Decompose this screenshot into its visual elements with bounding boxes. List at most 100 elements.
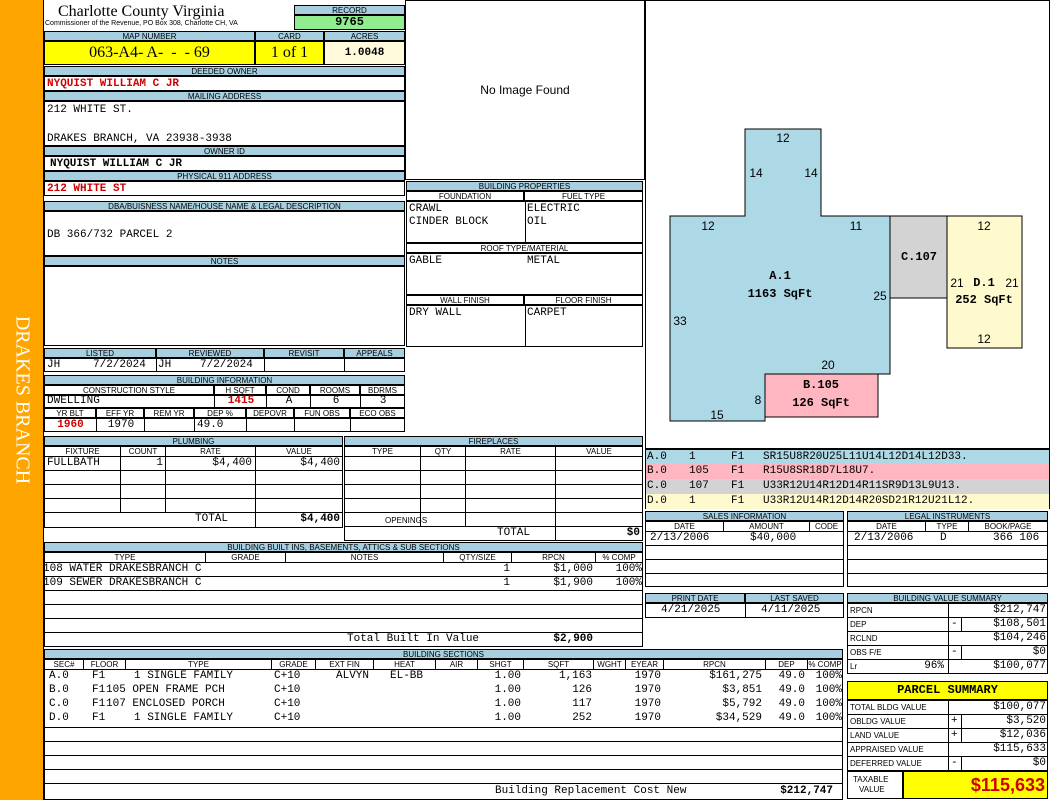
dim-9: 8 [755,393,762,407]
shgt-cell: 1.00 [494,712,521,724]
dba-header: DBA/BUISNESS NAME/HOUSE NAME & LEGAL DES… [44,201,405,211]
plumbing-col-count: COUNT [128,447,158,456]
comp-cell: 100% [815,698,842,710]
mailing-line2: DRAKES BRANCH, VA 23938-3938 [47,133,232,145]
dba-box: DB 366/732 PARCEL 2 [44,211,405,256]
rpcn-cell: $161,275 [709,670,762,682]
ps-appraised-label: APPRAISED VALUE [850,745,924,754]
sections-col-wght: WGHT [597,660,622,669]
mailing-line1: 212 WHITE ST. [47,104,133,116]
sections-col-grade: GRADE [279,660,308,669]
dim-3: 14 [804,166,818,180]
type-cell: 105 OPEN FRAME PCH [106,684,225,696]
label-c-name: C.107 [901,250,937,264]
segment-code: R15U8SR18D7L18U7. [763,465,876,477]
sections-header: BUILDING SECTIONS [44,649,843,659]
dep-value: 49.0 [197,419,224,431]
legal-col-type: TYPE [936,522,958,531]
fireplaces-header: FIREPLACES [344,436,643,446]
table-row: A.0 F1 1 SINGLE FAMILY C+10 ALVYN EL-BB … [45,670,842,684]
dim-5: 11 [850,219,863,233]
roof-header: ROOF TYPE/MATERIAL [406,243,643,253]
plumbing-rate: $4,400 [212,457,252,469]
segment-code: SR15U8R20U25L11U14L12D14L12D33. [763,451,968,463]
vs-rclnd-label: RCLND [850,634,878,643]
builtins-row1-rpcn: $1,000 [553,563,593,575]
building-info-row2: 1960 1970 49.0 [44,418,405,432]
ps-appraised-value: $115,633 [993,743,1046,755]
dim-4: 12 [701,219,715,233]
dim-14: 12 [977,332,991,346]
sales-amount: $40,000 [750,532,797,544]
notes-header: NOTES [44,256,405,266]
ps-total-bldg-value: $100,077 [993,701,1046,713]
label-a-area: 1163 SqFt [748,287,813,301]
listed-header: LISTED [44,348,156,358]
segment-num: 105 [689,465,709,477]
effyr-header: EFF YR [96,408,144,418]
effyr-value: 1970 [107,419,135,431]
rpcn-cell: $34,529 [715,712,762,724]
foundation-value-1: CRAWL [409,203,443,215]
roof-material-value: METAL [527,255,561,267]
label-d-name: D.1 [973,276,995,290]
sections-total-label: Building Replacement Cost New [495,785,687,797]
segment-num: 1 [689,495,696,507]
wall-finish-value: DRY WALL [409,307,462,319]
cond-value: A [285,395,293,407]
sketch-area: 12 14 14 12 11 33 25 20 8 15 12 21 21 12… [645,0,1050,449]
sqft-cell: 117 [572,698,592,710]
builtins-row2-type: 109 SEWER DRAKESBRANCH C [43,577,202,589]
sections-col-sec: SEC# [53,660,75,669]
builtins-col-grade: GRADE [231,553,260,562]
physical-address-box: 212 WHITE ST [44,181,405,196]
segment-floor: F1 [731,495,745,507]
floor-finish-value: CARPET [527,307,567,319]
vs-rclnd-value: $104,246 [993,632,1046,644]
review-row: JH 7/2/2024 JH 7/2/2024 [44,358,405,372]
fuel-value-2: OIL [527,216,547,228]
dep-cell: 49.0 [778,698,805,710]
builtins-row1-qty: 1 [503,563,510,575]
builtins-total-value: $2,900 [553,633,593,645]
fuel-header: FUEL TYPE [524,191,643,201]
deeded-owner-header: DEEDED OWNER [44,66,405,76]
builtins-row2-comp: 100% [615,577,642,589]
eyear-cell: 1970 [634,670,661,682]
builtins-row2-rpcn: $1,900 [553,577,593,589]
fuel-value-1: ELECTRIC [527,203,580,215]
district-label: DRAKES BRANCH [11,315,34,485]
funobs-header: FUN OBS [294,408,350,418]
grade-cell: C+10 [274,684,301,696]
ps-deferred-sign: - [951,757,958,769]
mailing-box: 212 WHITE ST. DRAKES BRANCH, VA 23938-39… [44,101,405,146]
map-number-value: 063-A4- A- - - 69 [44,41,255,65]
segment-row: D.0 1 F1 U33R12U14R12D14R20SD21R12U21L12… [646,494,1049,509]
dim-10: 15 [710,408,724,422]
fireplace-openings-label: OPENINGS [385,516,428,525]
legal-date: 2/13/2006 [854,532,914,544]
fireplace-col-qty: QTY [434,447,452,456]
vs-obs-label: OBS F/E [850,648,882,657]
ps-land-value: $12,036 [999,729,1046,741]
physical-address-value: 212 WHITE ST [47,183,127,195]
segment-row: C.0 107 F1 U33R12U14R12D14R11SR9D13L9U13… [646,479,1049,494]
eyear-cell: 1970 [634,698,661,710]
vs-rpcn-value: $212,747 [993,604,1046,616]
label-a-name: A.1 [769,269,791,283]
floor-cell: F1 [92,698,106,710]
sec-cell: D.0 [49,712,69,724]
type-cell: 1 SINGLE FAMILY [134,712,234,724]
ps-deferred-value: $0 [1032,757,1046,769]
dep-cell: 49.0 [778,670,805,682]
county-name: Charlotte County Virginia [58,3,225,20]
label-d-area: 252 SqFt [955,293,1013,307]
rpcn-cell: $3,851 [722,684,762,696]
vs-obs-value: $0 [1032,646,1046,658]
table-row: C.0 F1 107 ENCLOSED PORCH C+10 1.00 117 … [45,698,842,712]
segment-row: A.0 1 F1 SR15U8R20U25L11U14L12D14L12D33. [646,450,1049,465]
floor-finish-header: FLOOR FINISH [524,295,643,305]
comp-cell: 100% [815,684,842,696]
vs-dep-value: $108,501 [993,618,1046,630]
plumbing-value: $4,400 [300,457,340,469]
